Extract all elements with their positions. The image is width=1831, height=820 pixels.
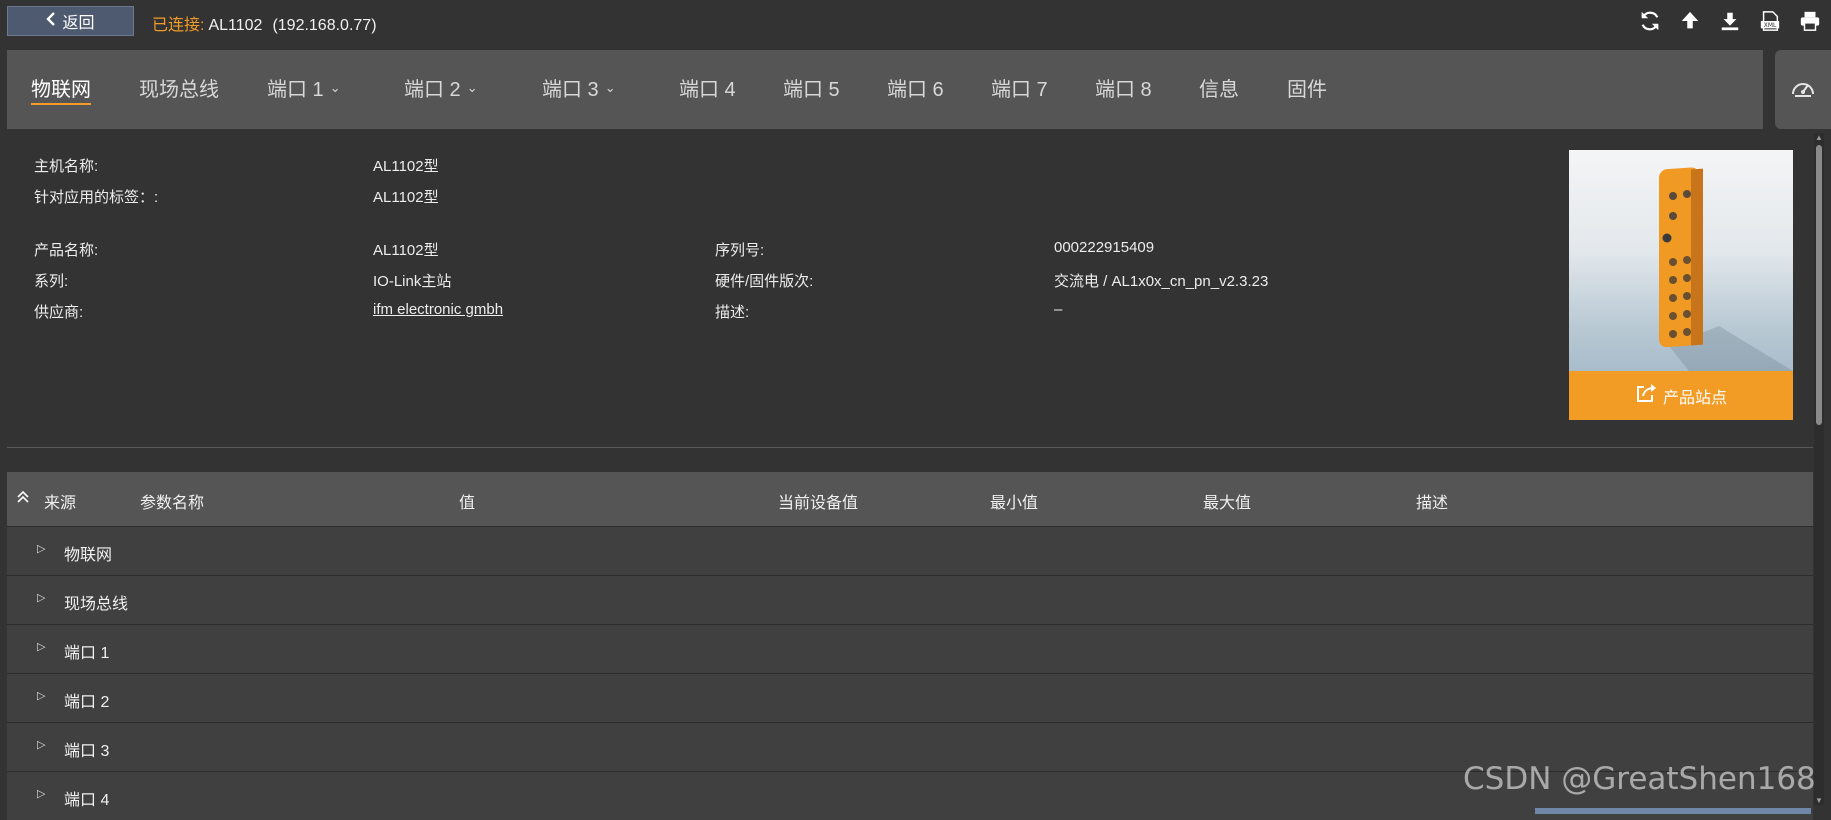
product-card: 产品站点 [1569, 150, 1793, 420]
tab-firmware[interactable]: 固件 [1287, 73, 1327, 102]
product-name-value: AL1102型 [373, 242, 439, 259]
top-bar: 返回 已连接: AL1102 (192.168.0.77) XML [0, 0, 1831, 43]
tab-bar: 物联网 现场总线 端口 1 ⌄ 端口 2 ⌄ 端口 3 ⌄ 端口 4 端口 5 端口 … [7, 50, 1763, 129]
tab-port-1[interactable]: 端口 1 ⌄ [267, 73, 341, 102]
hw-fw-value: 交流电 / AL1x0x_cn_pn_v2.3.23 [1054, 273, 1269, 290]
product-site-label: 产品站点 [1662, 389, 1727, 407]
tab-label: 现场总线 [139, 79, 219, 101]
xml-icon-text: XML [1764, 22, 1777, 29]
serial-value: 000222915409 [1054, 239, 1155, 256]
row-label: 物联网 [64, 547, 113, 564]
download-icon[interactable] [1717, 8, 1743, 34]
col-param-name[interactable]: 参数名称 [140, 489, 204, 513]
vendor-label: 供应商: [34, 304, 84, 321]
section-divider [7, 447, 1813, 448]
tab-iot[interactable]: 物联网 [31, 73, 91, 102]
product-site-button[interactable]: 产品站点 [1569, 371, 1793, 420]
description-value: – [1054, 301, 1063, 318]
tab-port-5[interactable]: 端口 5 [783, 73, 840, 102]
tab-label: 信息 [1199, 79, 1239, 101]
xml-export-icon[interactable]: XML [1757, 8, 1783, 34]
series-label: 系列: [34, 273, 69, 290]
active-tab-indicator [31, 103, 91, 105]
scrollbar-thumb[interactable] [1816, 145, 1822, 425]
gauge-icon [1790, 76, 1816, 103]
bottom-strip [1535, 808, 1811, 814]
tab-port-3[interactable]: 端口 3 ⌄ [542, 73, 616, 102]
host-name-label: 主机名称: [34, 158, 99, 175]
tab-label: 端口 1 [267, 79, 324, 101]
tab-port-2[interactable]: 端口 2 ⌄ [404, 73, 478, 102]
tab-label: 端口 3 [542, 79, 599, 101]
tab-label: 端口 8 [1095, 79, 1152, 101]
expand-icon[interactable]: ▷ [37, 787, 45, 800]
row-label: 端口 4 [64, 792, 110, 809]
product-image [1569, 150, 1793, 371]
scroll-up-icon[interactable]: ▲ [1815, 133, 1823, 142]
tab-label: 物联网 [31, 79, 91, 101]
refresh-icon[interactable] [1637, 8, 1663, 34]
col-source[interactable]: 来源 [44, 489, 76, 513]
host-name-value: AL1102型 [373, 158, 439, 175]
table-row[interactable]: ▷ 端口 2 [7, 673, 1813, 722]
expand-icon[interactable]: ▷ [37, 591, 45, 604]
tab-label: 端口 6 [887, 79, 944, 101]
scroll-down-icon[interactable]: ▼ [1815, 796, 1823, 805]
chevron-down-icon: ⌄ [466, 79, 478, 95]
connection-status: 已连接: AL1102 (192.168.0.77) [152, 11, 377, 35]
tab-label: 端口 2 [404, 79, 461, 101]
col-min[interactable]: 最小值 [990, 489, 1038, 513]
app-tag-label: 针对应用的标签：: [34, 189, 159, 206]
series-value: IO-Link主站 [373, 273, 452, 290]
back-button[interactable]: 返回 [7, 6, 134, 36]
row-label: 端口 2 [64, 694, 110, 711]
device-ip: (192.168.0.77) [272, 17, 377, 34]
expand-icon[interactable]: ▷ [37, 542, 45, 555]
product-name-label: 产品名称: [34, 242, 99, 259]
col-value[interactable]: 值 [459, 489, 475, 513]
tab-label: 端口 4 [679, 79, 736, 101]
connection-label: 已连接: [152, 17, 205, 34]
print-icon[interactable] [1797, 8, 1823, 34]
toolbar-icons: XML [1637, 8, 1823, 34]
col-max[interactable]: 最大值 [1203, 489, 1251, 513]
chevron-down-icon: ⌄ [604, 79, 616, 95]
back-label: 返回 [62, 15, 95, 32]
vendor-link[interactable]: ifm electronic gmbh [373, 301, 503, 318]
hw-fw-label: 硬件/固件版次: [715, 273, 814, 290]
chevron-left-icon [46, 11, 56, 31]
table-row[interactable]: ▷ 端口 1 [7, 624, 1813, 673]
tab-info[interactable]: 信息 [1199, 73, 1239, 102]
app-tag-value: AL1102型 [373, 189, 439, 206]
tab-label: 固件 [1287, 79, 1327, 101]
vertical-scrollbar[interactable]: ▲ ▼ [1814, 133, 1824, 805]
chevron-down-icon: ⌄ [329, 79, 341, 95]
expand-icon[interactable]: ▷ [37, 738, 45, 751]
tab-label: 端口 5 [783, 79, 840, 101]
device-name: AL1102 [208, 17, 263, 34]
tab-port-8[interactable]: 端口 8 [1095, 73, 1152, 102]
row-label: 端口 1 [64, 645, 110, 662]
tab-port-4[interactable]: 端口 4 [679, 73, 736, 102]
row-label: 端口 3 [64, 743, 110, 760]
description-label: 描述: [715, 304, 750, 321]
table-header: 来源 参数名称 值 当前设备值 最小值 最大值 描述 [7, 472, 1813, 526]
tab-label: 端口 7 [991, 79, 1048, 101]
serial-label: 序列号: [715, 242, 765, 259]
col-current-value[interactable]: 当前设备值 [778, 489, 858, 513]
expand-icon[interactable]: ▷ [37, 640, 45, 653]
row-label: 现场总线 [64, 596, 129, 613]
tab-port-6[interactable]: 端口 6 [887, 73, 944, 102]
upload-icon[interactable] [1677, 8, 1703, 34]
external-link-icon [1635, 383, 1657, 408]
watermark: CSDN @GreatShen168 [1463, 761, 1816, 797]
tab-port-7[interactable]: 端口 7 [991, 73, 1048, 102]
table-row[interactable]: ▷ 现场总线 [7, 575, 1813, 624]
col-description[interactable]: 描述 [1416, 489, 1448, 513]
table-row[interactable]: ▷ 物联网 [7, 526, 1813, 575]
expand-icon[interactable]: ▷ [37, 689, 45, 702]
gauge-panel-button[interactable] [1775, 50, 1831, 129]
tab-fieldbus[interactable]: 现场总线 [139, 73, 219, 102]
collapse-all-icon[interactable] [17, 490, 29, 508]
